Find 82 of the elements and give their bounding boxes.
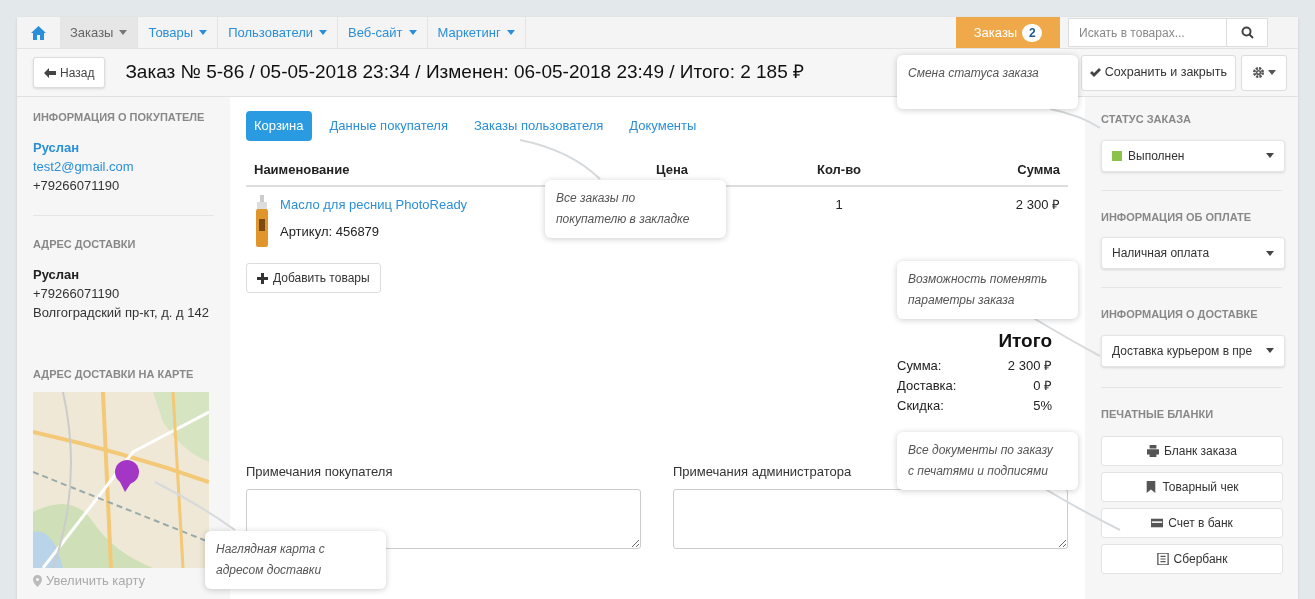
map-pin-icon [33,574,42,587]
section-heading: ИНФОРМАЦИЯ О ДОСТАВКЕ [1101,307,1259,322]
nav-menu-item[interactable]: Маркетинг [427,17,526,48]
tab[interactable]: Документы [621,111,705,141]
section-heading: ИНФОРМАЦИЯ О ПОКУПАТЕЛЕ [33,110,206,125]
totals-value: 0 ₽ [1033,376,1052,395]
column-header: Цена [656,161,689,180]
count-badge: 2 [1022,23,1043,42]
phone-text: +79266071190 [33,177,121,195]
list-icon [1156,553,1169,565]
callout: Смена статуса заказа [897,55,1078,109]
print-form-button[interactable]: Бланк заказа [1101,436,1283,466]
totals-label: Сумма: [897,356,942,375]
section-heading: ПЕЧАТНЫЕ БЛАНКИ [1101,406,1215,422]
nav-menu-item[interactable]: Товары [138,17,219,48]
printer-icon [1147,445,1159,457]
totals-value: 5% [1033,396,1052,415]
column-header: Сумма [1016,161,1061,180]
tab[interactable]: Заказы пользователя [465,111,612,141]
nav-menu-item[interactable]: Веб-сайт [338,17,428,48]
search-icon [1240,26,1254,39]
home-icon [31,25,46,40]
leader-line [1049,108,1101,129]
settings-button[interactable] [1241,54,1287,91]
callout: Все документы по заказу с печатями и подписями [897,432,1078,490]
caret-icon [506,30,515,35]
print-form-button[interactable]: Счет в банк [1101,508,1283,538]
check-icon [1089,68,1101,77]
nav-menu-item[interactable]: Пользователи [218,17,339,48]
table-cell-text: 1 [834,196,844,214]
caret-icon [319,30,328,35]
add-products-button[interactable]: Добавить товары [246,263,381,293]
table-cell-text: 2 300 ₽ [1014,196,1061,214]
bottle-icon [254,195,270,247]
bookmark-icon [1145,481,1158,493]
back-button[interactable]: Назад [33,57,106,88]
customer-link[interactable]: Руслан [33,137,214,157]
address-text: Волгоградский пр-кт, д. д 142 [33,303,210,322]
caret-icon [1266,348,1274,353]
totals-label: Доставка: [897,376,957,395]
caret-icon [119,30,128,35]
caret-icon [199,30,208,35]
page-title: Заказ № 5-86 / 05-05-2018 23:34 / Изменен: 06-05-2018 23:49 / Итого: 2 185 ₽ [125,60,805,85]
search-field[interactable]: Искать в товарах... [1068,18,1268,47]
tab[interactable]: Данные покупателя [321,111,456,141]
save-button[interactable]: Сохранить и закрыть [1080,54,1236,91]
section-heading: ИНФОРМАЦИЯ ОБ ОПЛАТЕ [1101,209,1253,225]
notes-field[interactable] [673,489,1068,549]
field-label: Примечания администратора [673,462,852,481]
dropdown[interactable]: Выполнен [1101,139,1285,172]
section-heading: СТАТУС ЗАКАЗА [1101,112,1192,127]
phone-text: +79266071190 [33,284,121,303]
dropdown[interactable]: Наличная оплата [1101,237,1285,269]
column-header: Кол-во [816,161,862,180]
callout: Возможность поменять параметры заказа [897,261,1078,319]
email-link[interactable]: test2@gmail.com [33,157,214,176]
sku-text: Артикул: 456879 [280,222,381,241]
caret-icon [1268,70,1276,75]
totals-value: 2 300 ₽ [1007,356,1052,375]
tab[interactable]: Корзина [246,111,312,141]
column-header: Наименование [253,161,351,180]
caret-icon [408,30,417,35]
print-form-button[interactable]: Товарный чек [1101,472,1283,502]
plus-icon [257,272,268,284]
totals-label: Скидка: [897,396,944,415]
orders-button[interactable]: Заказы 2 [956,17,1060,48]
totals-heading: Итого [997,329,1052,353]
field-label: Примечания покупателя [246,462,393,481]
recipient-name: Руслан [33,265,81,284]
callout: Все заказы по покупателю в закладке [545,180,726,238]
callout: Наглядная карта с адресом доставки [205,531,386,589]
section-heading: АДРЕС ДОСТАВКИ НА КАРТЕ [33,366,195,382]
settings-icon [1252,66,1265,79]
card-icon [1151,517,1164,529]
caret-icon [1266,250,1274,256]
caret-icon [1266,153,1274,158]
arrow-left-icon [44,67,56,78]
print-form-button[interactable]: Сбербанк [1101,544,1283,574]
nav-menu-item[interactable]: Заказы [60,17,139,48]
section-heading: АДРЕС ДОСТАВКИ [33,237,137,252]
dropdown[interactable]: Доставка курьером в пре [1101,334,1285,367]
product-link[interactable]: Масло для ресниц PhotoReady [280,195,468,215]
